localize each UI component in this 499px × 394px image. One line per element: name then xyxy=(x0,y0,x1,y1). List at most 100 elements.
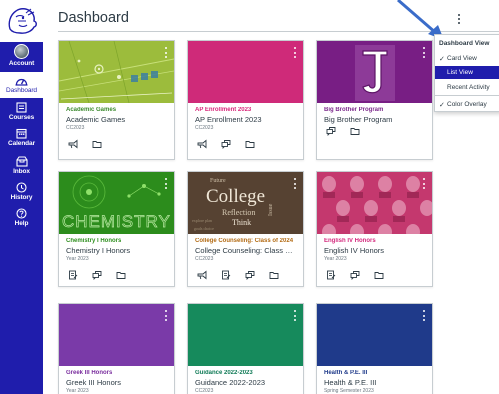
chemistry-hero-text: CHEMISTRY xyxy=(62,212,171,231)
discussions-icon[interactable] xyxy=(92,270,102,280)
assignments-icon[interactable] xyxy=(326,270,336,280)
card-hero-image: Future College Reflection Think Issue ex… xyxy=(188,172,303,234)
announcements-icon[interactable] xyxy=(68,139,78,149)
calendar-icon xyxy=(16,128,27,139)
menu-separator xyxy=(435,95,499,96)
card-term: CC2023 xyxy=(66,125,85,131)
card-short-name: Chemistry I Honors xyxy=(66,238,122,244)
course-card-guidance-2022-2023[interactable]: Guidance 2022-2023 Guidance 2022-2023 CC… xyxy=(187,303,304,394)
card-short-name: Guidance 2022-2023 xyxy=(195,370,253,376)
files-icon[interactable] xyxy=(374,270,384,280)
college-hero-word: Future xyxy=(210,178,226,184)
card-options-kebab-icon[interactable] xyxy=(422,310,426,321)
assignments-icon[interactable] xyxy=(221,270,231,280)
menu-item-color-overlay[interactable]: ✓ Color Overlay xyxy=(435,98,499,111)
menu-item-card-view[interactable]: ✓ Card View xyxy=(435,52,499,65)
files-icon[interactable] xyxy=(269,270,279,280)
nav-dashboard[interactable]: Dashboard xyxy=(0,72,43,98)
menu-item-label: Color Overlay xyxy=(447,101,487,108)
dashboard-view-menu: Dashboard View ✓ Card View List View Rec… xyxy=(434,34,499,112)
global-navigation: Account Dashboard Courses Calendar Inbox… xyxy=(0,0,43,394)
school-logo[interactable] xyxy=(0,0,43,42)
card-course-name: Greek III Honors xyxy=(66,378,122,387)
card-options-kebab-icon[interactable] xyxy=(422,178,426,189)
card-hero-image xyxy=(317,172,432,234)
course-card-ap-enrollment-2023[interactable]: AP Enrollment 2023 AP Enrollment 2023 CC… xyxy=(187,40,304,160)
discussions-icon[interactable] xyxy=(245,270,255,280)
card-short-name: Greek III Honors xyxy=(66,370,113,376)
card-options-kebab-icon[interactable] xyxy=(164,47,168,58)
menu-item-label: Recent Activity xyxy=(447,84,490,91)
card-hero-image xyxy=(188,41,303,103)
card-hero-image xyxy=(59,41,174,103)
card-short-name: College Counseling: Class of 2024 xyxy=(195,238,294,244)
course-card-greek-iii-honors[interactable]: Greek III Honors Greek III Honors Year 2… xyxy=(58,303,175,394)
card-options-kebab-icon[interactable] xyxy=(164,178,168,189)
assignments-icon[interactable] xyxy=(68,270,78,280)
course-card-academic-games[interactable]: Academic Games Academic Games CC2023 xyxy=(58,40,175,160)
card-hero-image xyxy=(59,304,174,366)
card-term: Year 2023 xyxy=(324,256,347,262)
menu-item-label: List View xyxy=(447,69,473,76)
college-hero-title: College xyxy=(206,186,265,207)
course-card-chemistry-i-honors[interactable]: CHEMISTRY Chemistry I Honors Chemistry I… xyxy=(58,171,175,287)
card-course-name: Chemistry I Honors xyxy=(66,246,131,255)
card-options-kebab-icon[interactable] xyxy=(293,47,297,58)
nav-account-label: Account xyxy=(8,60,35,67)
card-options-kebab-icon[interactable] xyxy=(293,178,297,189)
college-hero-word: Issue xyxy=(268,203,274,216)
card-course-name: Big Brother Program xyxy=(324,115,393,124)
files-icon[interactable] xyxy=(350,126,360,136)
college-hero-word: Reflection xyxy=(222,208,255,217)
course-card-big-brother-program[interactable]: Big Brother Program Big Brother Program xyxy=(316,40,433,160)
card-term: CC2023 xyxy=(195,256,214,262)
card-course-name: English IV Honors xyxy=(324,246,385,255)
card-options-kebab-icon[interactable] xyxy=(164,310,168,321)
card-term: Year 2023 xyxy=(66,256,89,262)
announcements-icon[interactable] xyxy=(197,139,207,149)
course-card-college-counseling[interactable]: Future College Reflection Think Issue ex… xyxy=(187,171,304,287)
nav-inbox[interactable]: Inbox xyxy=(0,156,43,178)
dashboard-options-kebab-icon[interactable] xyxy=(454,11,464,27)
nav-history[interactable]: History xyxy=(0,182,43,204)
discussions-icon[interactable] xyxy=(350,270,360,280)
menu-item-recent-activity[interactable]: Recent Activity xyxy=(435,81,499,94)
nav-help-label: Help xyxy=(14,220,29,227)
discussions-icon[interactable] xyxy=(326,126,336,136)
help-icon xyxy=(16,208,27,219)
checkmark-icon: ✓ xyxy=(439,102,445,109)
nav-courses[interactable]: Courses xyxy=(0,102,43,124)
college-hero-word: Think xyxy=(232,218,251,227)
card-options-kebab-icon[interactable] xyxy=(293,310,297,321)
discussions-icon[interactable] xyxy=(221,139,231,149)
course-card-health-pe-iii[interactable]: Health & P.E. III Health & P.E. III Spri… xyxy=(316,303,433,394)
card-course-name: College Counseling: Class of 2... xyxy=(195,246,295,255)
avatar xyxy=(14,44,29,59)
files-icon[interactable] xyxy=(116,270,126,280)
nav-calendar[interactable]: Calendar xyxy=(0,128,43,150)
menu-item-list-view[interactable]: List View xyxy=(435,66,499,79)
card-options-kebab-icon[interactable] xyxy=(422,47,426,58)
card-hero-image xyxy=(188,304,303,366)
card-short-name: Health & P.E. III xyxy=(324,370,368,376)
svg-text:goals choice: goals choice xyxy=(194,226,214,231)
card-short-name: Academic Games xyxy=(66,107,117,113)
nav-help[interactable]: Help xyxy=(0,208,43,230)
lion-logo-icon xyxy=(8,8,37,34)
card-term: CC2023 xyxy=(195,388,214,394)
announcements-icon[interactable] xyxy=(197,270,207,280)
nav-courses-label: Courses xyxy=(8,114,35,121)
card-course-name: AP Enrollment 2023 xyxy=(195,115,262,124)
card-term: CC2023 xyxy=(195,125,214,131)
nav-dashboard-label: Dashboard xyxy=(6,87,37,94)
card-short-name: English IV Honors xyxy=(324,238,376,244)
nav-account[interactable]: Account xyxy=(0,44,43,70)
card-hero-image xyxy=(317,41,432,103)
files-icon[interactable] xyxy=(245,139,255,149)
card-hero-image: CHEMISTRY xyxy=(59,172,174,234)
course-card-english-iv-honors[interactable]: English IV Honors English IV Honors Year… xyxy=(316,171,433,287)
card-hero-image xyxy=(317,304,432,366)
files-icon[interactable] xyxy=(92,139,102,149)
menu-item-label: Card View xyxy=(447,55,477,62)
page-title: Dashboard xyxy=(58,10,129,26)
